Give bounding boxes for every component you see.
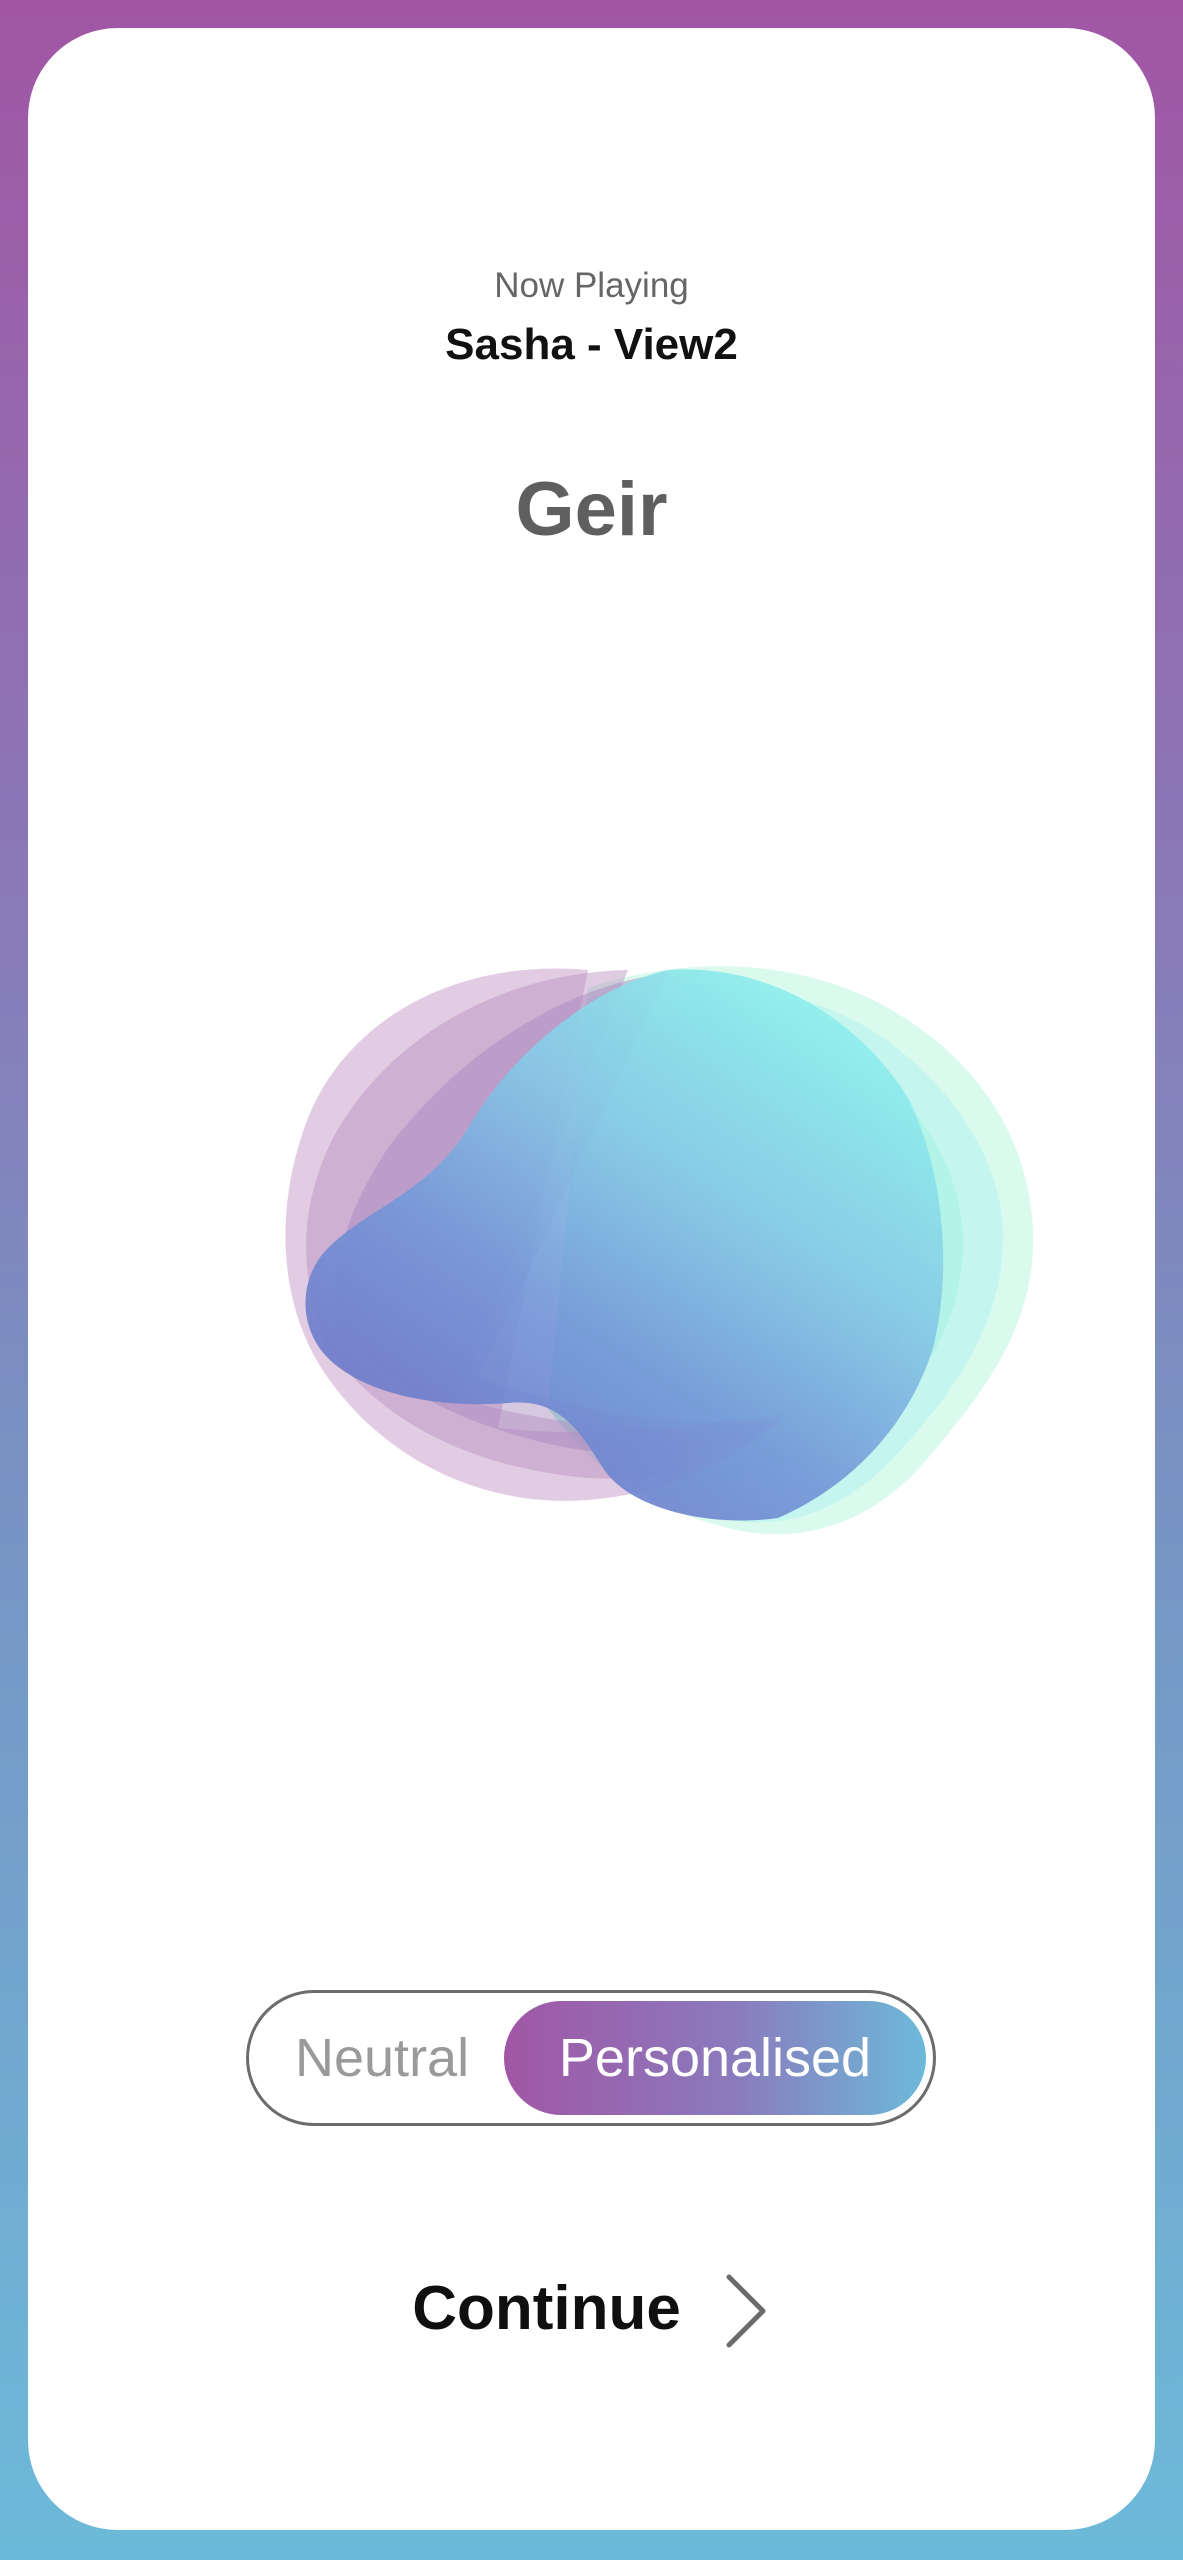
mode-toggle: Neutral Personalised bbox=[246, 1990, 936, 2126]
track-title: Sasha - View2 bbox=[445, 320, 738, 369]
voice-visualizer bbox=[28, 908, 1155, 1668]
voice-blob-graphic bbox=[285, 966, 1034, 1535]
chevron-right-icon bbox=[726, 2274, 766, 2348]
now-playing-label: Now Playing bbox=[494, 266, 689, 305]
toggle-option-personalised[interactable]: Personalised bbox=[504, 2001, 926, 2115]
player-card: Now Playing Sasha - View2 Geir Neutral P… bbox=[28, 28, 1155, 2530]
continue-button[interactable]: Continue bbox=[28, 2258, 1155, 2358]
continue-label: Continue bbox=[412, 2273, 681, 2343]
toggle-option-neutral[interactable]: Neutral bbox=[295, 1993, 469, 2123]
voice-name: Geir bbox=[515, 467, 668, 552]
